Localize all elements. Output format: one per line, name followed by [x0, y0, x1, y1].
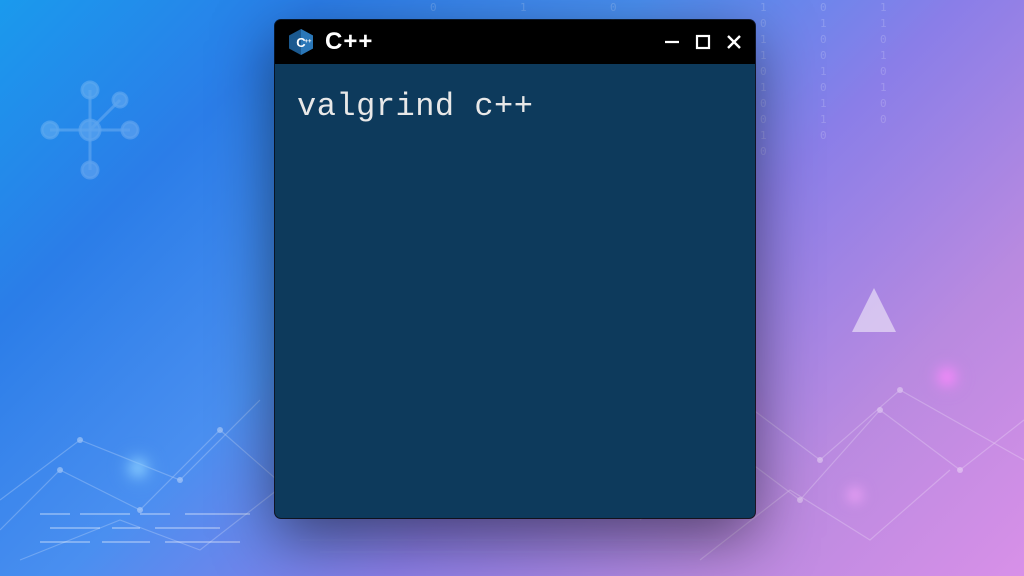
terminal-body[interactable]: valgrind c++ [275, 64, 755, 518]
cpp-logo-icon: C ++ [287, 28, 315, 56]
terminal-window: C ++ C++ valgrind c++ [275, 20, 755, 518]
glow-dot [850, 490, 860, 500]
svg-text:++: ++ [304, 39, 312, 45]
maximize-button[interactable] [695, 34, 711, 50]
titlebar[interactable]: C ++ C++ [275, 20, 755, 64]
minimize-button[interactable] [663, 33, 681, 51]
triangle-icon [844, 280, 904, 340]
glow-dot [940, 370, 954, 384]
window-controls [663, 33, 743, 51]
terminal-content: valgrind c++ [297, 88, 733, 125]
molecule-icon [30, 70, 150, 190]
glow-dot [130, 460, 146, 476]
data-lines-icon [40, 506, 260, 556]
close-button[interactable] [725, 33, 743, 51]
window-title: C++ [325, 28, 373, 56]
